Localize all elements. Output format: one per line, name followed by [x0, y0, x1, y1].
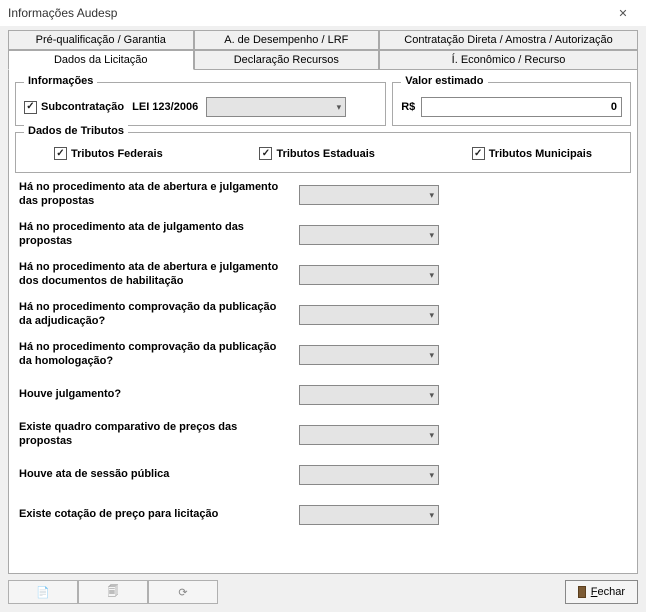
toolbar-button-3[interactable]: ⟳ — [148, 580, 218, 604]
fechar-button[interactable]: Fechar — [565, 580, 638, 604]
tab-row-1: Pré-qualificação / Garantia A. de Desemp… — [8, 30, 638, 50]
checkbox-subcontratacao[interactable]: Subcontratação — [24, 101, 124, 114]
question-select-0[interactable]: ▾ — [299, 185, 439, 205]
question-label: Houve ata de sessão pública — [19, 468, 299, 482]
valor-input[interactable]: 0 — [421, 97, 622, 117]
question-label: Há no procedimento comprovação da public… — [19, 301, 299, 329]
question-select-2[interactable]: ▾ — [299, 265, 439, 285]
checkbox-tributos-federais[interactable]: Tributos Federais — [54, 147, 163, 160]
titlebar: Informações Audesp ✕ — [0, 0, 646, 26]
fieldset-valor-estimado: Valor estimado R$ 0 — [392, 82, 631, 126]
question-label: Existe quadro comparativo de preços das … — [19, 421, 299, 449]
footer-toolbar: 📄 🗐 ⟳ — [8, 580, 218, 604]
valor-inner: R$ 0 — [401, 91, 622, 117]
question-row: Há no procedimento comprovação da public… — [19, 301, 627, 329]
question-select-6[interactable]: ▾ — [299, 425, 439, 445]
question-row: Há no procedimento ata de julgamento das… — [19, 221, 627, 249]
tab-economico-recurso[interactable]: Í. Econômico / Recurso — [379, 50, 638, 70]
chevron-down-icon: ▾ — [429, 270, 434, 281]
currency-label: R$ — [401, 101, 415, 113]
tab-content: Informações Subcontratação LEI 123/2006 … — [8, 70, 638, 574]
checkbox-municipais-box — [472, 147, 485, 160]
legend-valor: Valor estimado — [401, 75, 487, 87]
chevron-down-icon: ▾ — [429, 230, 434, 241]
chevron-down-icon: ▾ — [429, 390, 434, 401]
toolbar-button-1[interactable]: 📄 — [8, 580, 78, 604]
chevron-down-icon: ▾ — [429, 190, 434, 201]
checkbox-tributos-municipais[interactable]: Tributos Municipais — [472, 147, 592, 160]
tab-container: Pré-qualificação / Garantia A. de Desemp… — [0, 26, 646, 70]
tab-desempenho-lrf[interactable]: A. de Desempenho / LRF — [194, 30, 380, 50]
checkbox-estaduais-label: Tributos Estaduais — [276, 148, 374, 160]
questions-list: Há no procedimento ata de abertura e jul… — [15, 173, 631, 529]
close-icon: ✕ — [618, 7, 627, 20]
legend-tributos: Dados de Tributos — [24, 125, 128, 137]
close-button[interactable]: ✕ — [608, 3, 638, 23]
question-label: Há no procedimento ata de julgamento das… — [19, 221, 299, 249]
window: Informações Audesp ✕ Pré-qualificação / … — [0, 0, 646, 612]
question-select-5[interactable]: ▾ — [299, 385, 439, 405]
informacoes-inner: Subcontratação LEI 123/2006 ▾ — [24, 91, 377, 117]
chevron-down-icon: ▾ — [429, 350, 434, 361]
tab-declaracao-recursos[interactable]: Declaração Recursos — [194, 50, 380, 70]
question-row: Há no procedimento comprovação da public… — [19, 341, 627, 369]
toolbar-button-2[interactable]: 🗐 — [78, 580, 148, 604]
tab-prequalificacao[interactable]: Pré-qualificação / Garantia — [8, 30, 194, 50]
question-select-3[interactable]: ▾ — [299, 305, 439, 325]
question-row: Existe cotação de preço para licitação ▾ — [19, 501, 627, 529]
checkbox-estaduais-box — [259, 147, 272, 160]
checkbox-federais-box — [54, 147, 67, 160]
question-label: Há no procedimento comprovação da public… — [19, 341, 299, 369]
question-row: Houve ata de sessão pública ▾ — [19, 461, 627, 489]
copy-icon: 🗐 — [108, 583, 119, 602]
question-label: Há no procedimento ata de abertura e jul… — [19, 261, 299, 289]
refresh-icon: ⟳ — [178, 586, 187, 599]
question-label: Há no procedimento ata de abertura e jul… — [19, 181, 299, 209]
question-select-8[interactable]: ▾ — [299, 505, 439, 525]
footer: 📄 🗐 ⟳ Fechar — [0, 574, 646, 612]
tab-contratacao-direta[interactable]: Contratação Direta / Amostra / Autorizaç… — [379, 30, 638, 50]
chevron-down-icon: ▾ — [429, 310, 434, 321]
checkbox-tributos-estaduais[interactable]: Tributos Estaduais — [259, 147, 374, 160]
chevron-down-icon: ▾ — [429, 430, 434, 441]
checkbox-subcontratacao-label: Subcontratação — [41, 101, 124, 113]
question-select-4[interactable]: ▾ — [299, 345, 439, 365]
window-title: Informações Audesp — [8, 6, 117, 20]
tributos-inner: Tributos Federais Tributos Estaduais Tri… — [24, 141, 622, 164]
tab-row-2: Dados da Licitação Declaração Recursos Í… — [8, 50, 638, 70]
checkbox-federais-label: Tributos Federais — [71, 148, 163, 160]
fieldset-tributos: Dados de Tributos Tributos Federais Trib… — [15, 132, 631, 173]
select-lei-123-2006[interactable]: ▾ — [206, 97, 346, 117]
question-row: Há no procedimento ata de abertura e jul… — [19, 261, 627, 289]
door-icon — [578, 586, 586, 598]
question-row: Existe quadro comparativo de preços das … — [19, 421, 627, 449]
tab-dados-licitacao[interactable]: Dados da Licitação — [8, 50, 194, 70]
question-row: Há no procedimento ata de abertura e jul… — [19, 181, 627, 209]
lei-label: LEI 123/2006 — [132, 101, 198, 113]
fechar-label: Fechar — [591, 586, 625, 598]
document-icon: 📄 — [36, 586, 50, 599]
question-row: Houve julgamento? ▾ — [19, 381, 627, 409]
question-select-1[interactable]: ▾ — [299, 225, 439, 245]
checkbox-municipais-label: Tributos Municipais — [489, 148, 592, 160]
question-label: Houve julgamento? — [19, 388, 299, 402]
top-row: Informações Subcontratação LEI 123/2006 … — [15, 76, 631, 126]
chevron-down-icon: ▾ — [337, 102, 342, 113]
question-select-7[interactable]: ▾ — [299, 465, 439, 485]
chevron-down-icon: ▾ — [429, 470, 434, 481]
legend-informacoes: Informações — [24, 75, 97, 87]
chevron-down-icon: ▾ — [429, 510, 434, 521]
fieldset-informacoes: Informações Subcontratação LEI 123/2006 … — [15, 82, 386, 126]
checkbox-subcontratacao-box — [24, 101, 37, 114]
question-label: Existe cotação de preço para licitação — [19, 508, 299, 522]
